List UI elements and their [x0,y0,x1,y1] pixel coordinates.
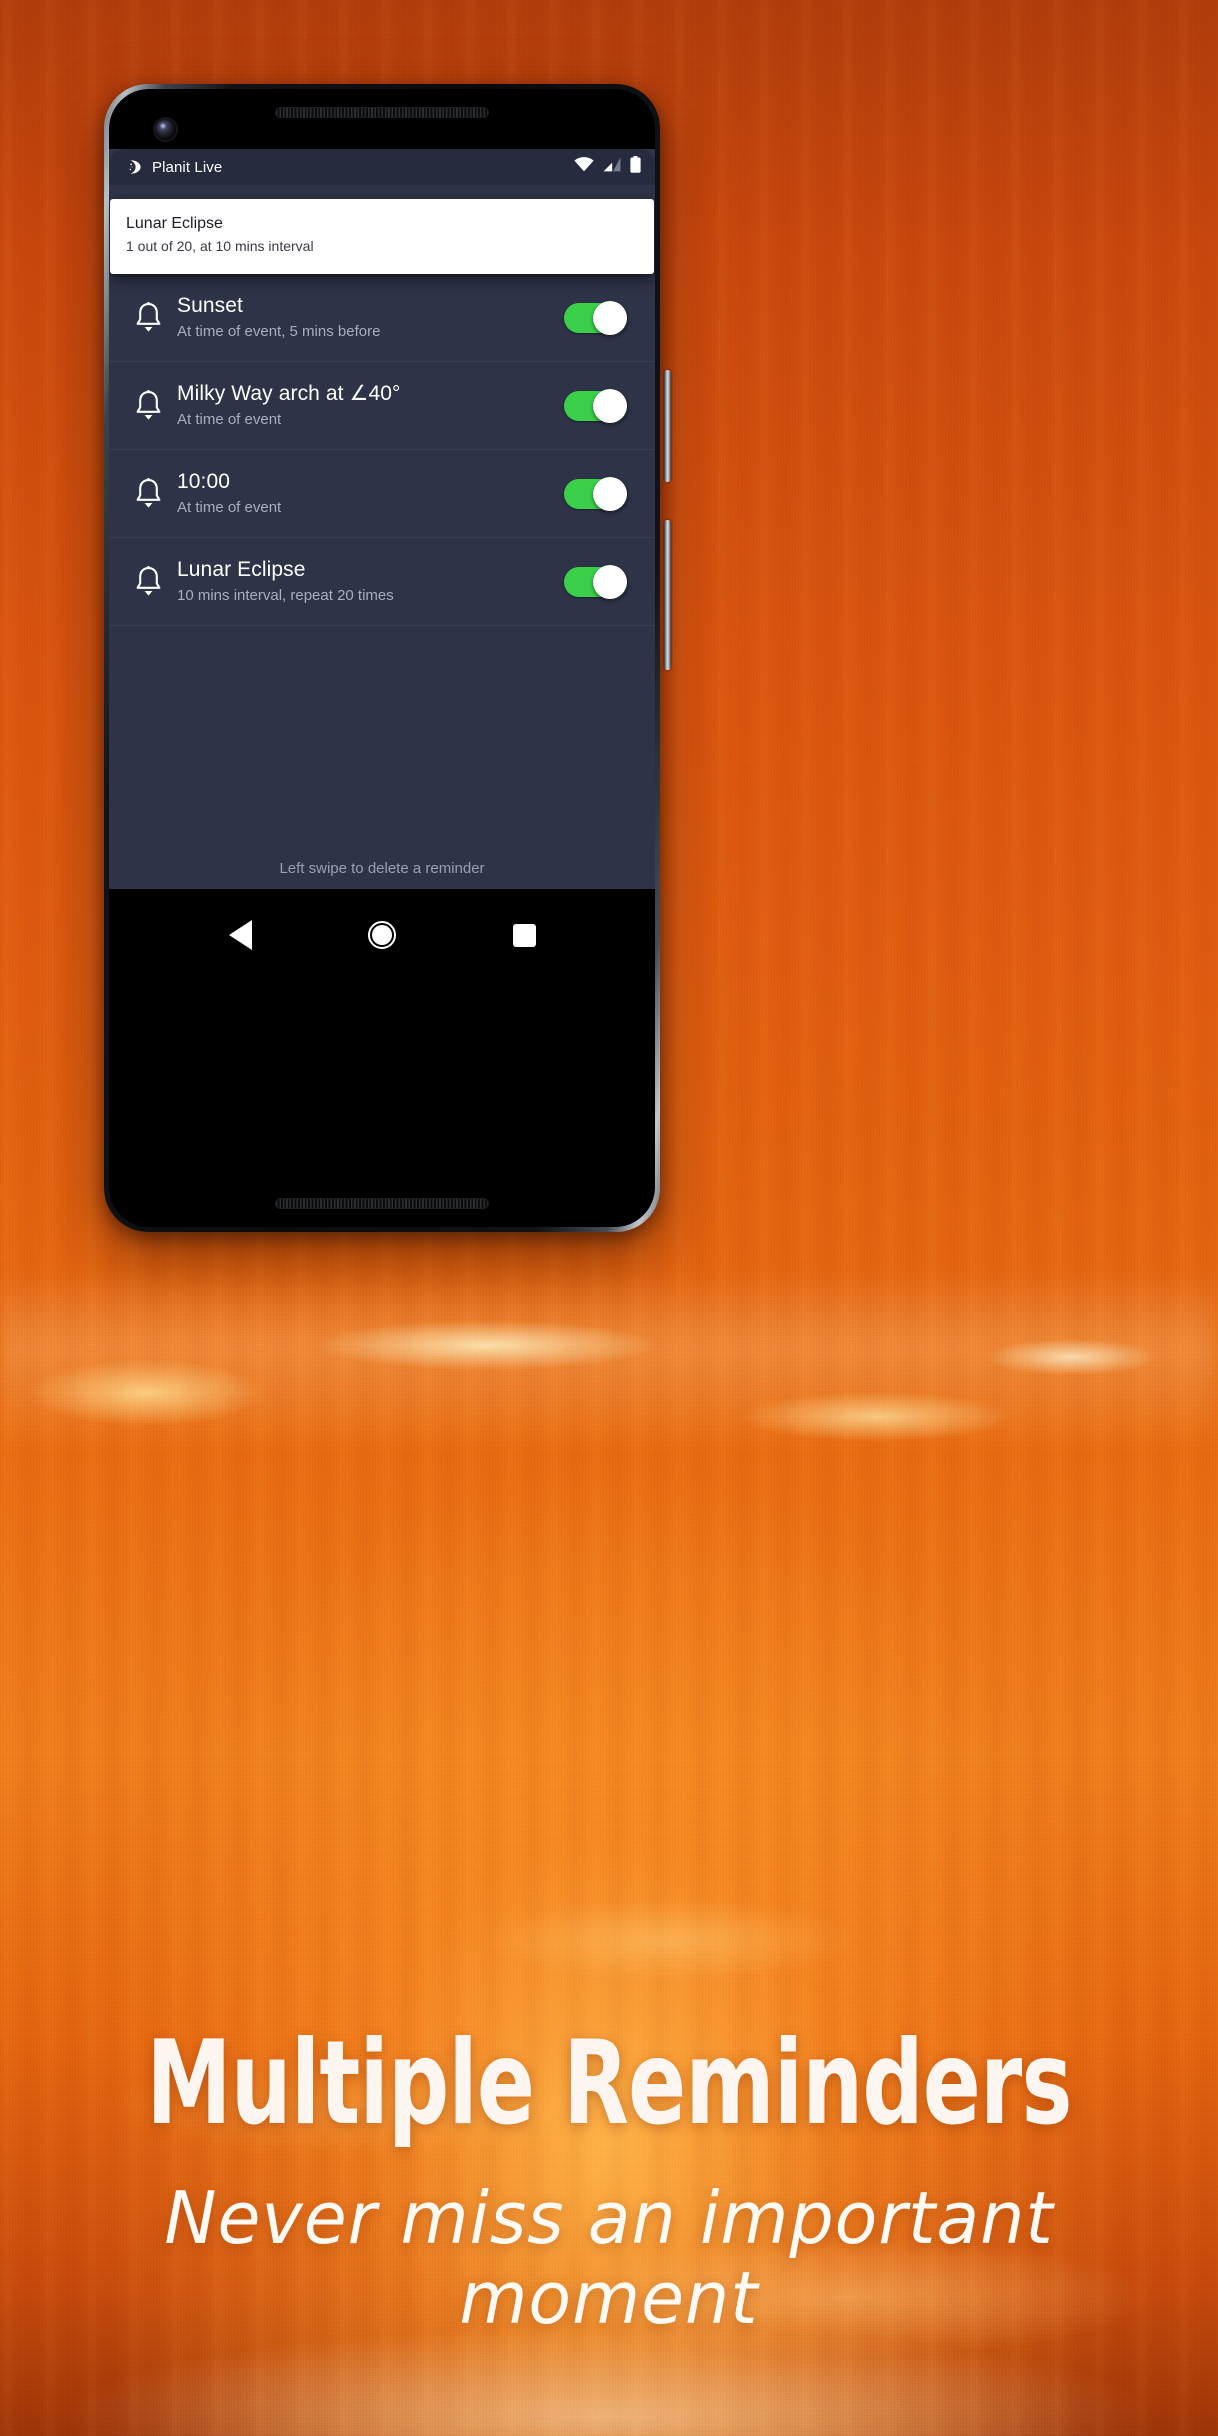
reminder-toggle[interactable] [564,300,627,335]
battery-icon [630,156,641,178]
toggle-knob [593,476,627,511]
reminder-title: Lunar Eclipse [177,558,306,581]
reminder-toggle[interactable] [564,476,627,511]
reminder-row[interactable]: Milky Way arch at ∠40° At time of event [109,362,655,450]
reminder-row[interactable]: 10:00 At time of event [109,450,655,538]
promo-headline: Multiple Reminders [146,2016,1072,2151]
reminder-text: Sunset At time of event, 5 mins before [169,293,564,342]
reminder-row[interactable]: Lunar Eclipse 10 mins interval, repeat 2… [109,538,655,626]
reminder-subtitle: At time of event [177,411,282,428]
promo-subline: Never miss an important moment [164,2176,1054,2340]
reminder-list: Sunset At time of event, 5 mins before M… [109,274,655,626]
dragged-card-subtitle: 1 out of 20, at 10 mins interval [126,238,314,254]
reminders-screen: Lunar Eclipse 1 out of 20, at 10 mins in… [109,185,655,889]
phone-bezel: Planit Live Lunar Eclipse 1 out of 20, a… [109,89,655,1227]
earpiece-grille-icon [275,107,489,118]
home-circle-icon[interactable] [365,918,399,952]
recents-square-icon[interactable] [507,918,541,952]
reminder-row[interactable]: Sunset At time of event, 5 mins before [109,274,655,362]
reminder-subtitle: At time of event, 5 mins before [177,323,381,340]
volume-rocker[interactable] [664,520,671,670]
planit-moon-logo-icon [127,159,143,175]
reminder-toggle[interactable] [564,388,627,423]
power-button[interactable] [664,370,671,482]
toggle-knob [593,300,627,335]
reminder-text: Milky Way arch at ∠40° At time of event [169,381,564,430]
android-navigation-bar [109,889,655,981]
bell-icon [127,390,169,421]
phone-mockup: Planit Live Lunar Eclipse 1 out of 20, a… [104,84,671,1232]
reminder-title: Milky Way arch at ∠40° [177,382,401,405]
status-bar-title: Planit Live [152,158,223,176]
swipe-hint-text: Left swipe to delete a reminder [279,860,485,877]
front-camera-icon [155,119,176,140]
status-bar-app: Planit Live [127,159,222,176]
reminder-text: Lunar Eclipse 10 mins interval, repeat 2… [169,557,564,606]
toggle-knob [593,388,627,423]
bell-icon [127,566,169,597]
bell-icon [127,302,169,333]
reminder-subtitle: At time of event [177,499,282,516]
cellular-signal-icon [603,157,621,177]
dragged-reminder-card[interactable]: Lunar Eclipse 1 out of 20, at 10 mins in… [110,199,654,274]
status-bar: Planit Live [109,149,655,185]
bottom-speaker-grille-icon [275,1198,489,1209]
wifi-icon [574,157,594,177]
toggle-knob [593,564,627,599]
bell-icon [127,478,169,509]
back-triangle-icon[interactable] [223,918,257,952]
reminder-text: 10:00 At time of event [169,469,564,518]
reminder-toggle[interactable] [564,564,627,599]
reminder-title: 10:00 [177,470,231,493]
status-bar-indicators [574,156,641,178]
phone-screen: Planit Live Lunar Eclipse 1 out of 20, a… [109,149,655,889]
dragged-card-title: Lunar Eclipse [126,215,223,232]
reminder-title: Sunset [177,294,243,317]
reminder-subtitle: 10 mins interval, repeat 20 times [177,587,394,604]
